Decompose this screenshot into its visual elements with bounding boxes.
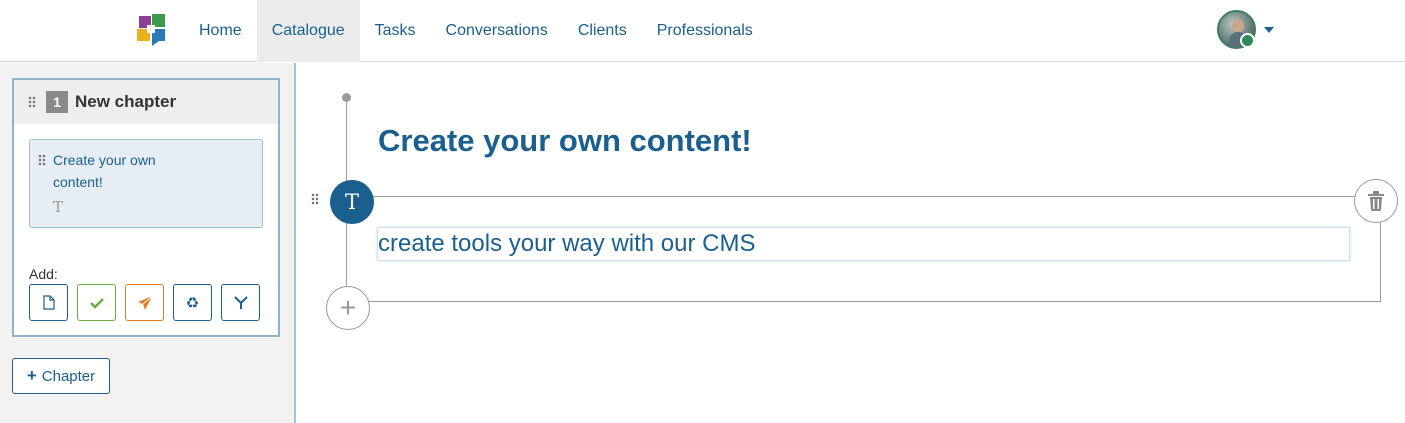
nav-home[interactable]: Home — [184, 0, 257, 62]
text-block-type-icon: T — [330, 180, 374, 224]
add-chapter-button[interactable]: + Chapter — [12, 358, 110, 394]
avatar-head — [1232, 19, 1244, 33]
chapter-title: New chapter — [75, 92, 177, 111]
nav-clients[interactable]: Clients — [563, 0, 642, 62]
chapter-sidebar: 1 New chapter Create your own content! T… — [0, 63, 296, 423]
delete-block-button[interactable] — [1354, 179, 1398, 223]
nav-conversations[interactable]: Conversations — [431, 0, 563, 62]
chapter-card[interactable]: 1 New chapter Create your own content! T… — [12, 78, 280, 337]
filter-icon — [233, 295, 248, 309]
text-block-input[interactable]: create tools your way with our CMS — [377, 227, 1350, 261]
check-icon — [89, 297, 104, 309]
plus-icon: + — [26, 366, 37, 385]
recycle-icon: ♻ — [185, 294, 200, 312]
nav-catalogue[interactable]: Catalogue — [256, 0, 360, 62]
online-status-badge — [1240, 33, 1255, 48]
trash-icon — [1368, 191, 1384, 211]
add-buttons: ♻ — [29, 284, 260, 321]
page-title[interactable]: Create your own content! — [378, 123, 752, 159]
drag-handle-icon[interactable] — [38, 154, 46, 166]
add-task-button[interactable] — [77, 284, 116, 321]
add-chapter-label: Chapter — [41, 367, 96, 385]
app-logo[interactable] — [137, 14, 167, 46]
drag-handle-icon[interactable] — [28, 96, 36, 108]
drag-handle-icon[interactable] — [311, 193, 319, 205]
main-nav: Home Catalogue Tasks Conversations Clien… — [184, 0, 768, 62]
lesson-title: Create your own content! — [53, 152, 156, 190]
add-recycle-button[interactable]: ♻ — [173, 284, 212, 321]
add-filter-button[interactable] — [221, 284, 260, 321]
content-editor: Create your own content! T create tools … — [298, 63, 1405, 423]
add-message-button[interactable] — [125, 284, 164, 321]
document-icon — [42, 295, 55, 310]
chevron-down-icon[interactable] — [1264, 27, 1274, 33]
add-document-button[interactable] — [29, 284, 68, 321]
add-block-button[interactable]: + — [326, 286, 370, 330]
send-icon — [137, 295, 152, 310]
lesson-item[interactable]: Create your own content! T — [29, 139, 263, 228]
add-label: Add: — [29, 266, 58, 282]
top-navbar: Home Catalogue Tasks Conversations Clien… — [0, 0, 1405, 62]
text-type-icon: T — [53, 198, 64, 216]
nav-professionals[interactable]: Professionals — [642, 0, 768, 62]
nav-tasks[interactable]: Tasks — [360, 0, 431, 62]
chapter-header[interactable]: 1 New chapter — [14, 80, 278, 124]
timeline-start-dot — [342, 93, 351, 102]
chapter-number-badge: 1 — [46, 91, 68, 113]
